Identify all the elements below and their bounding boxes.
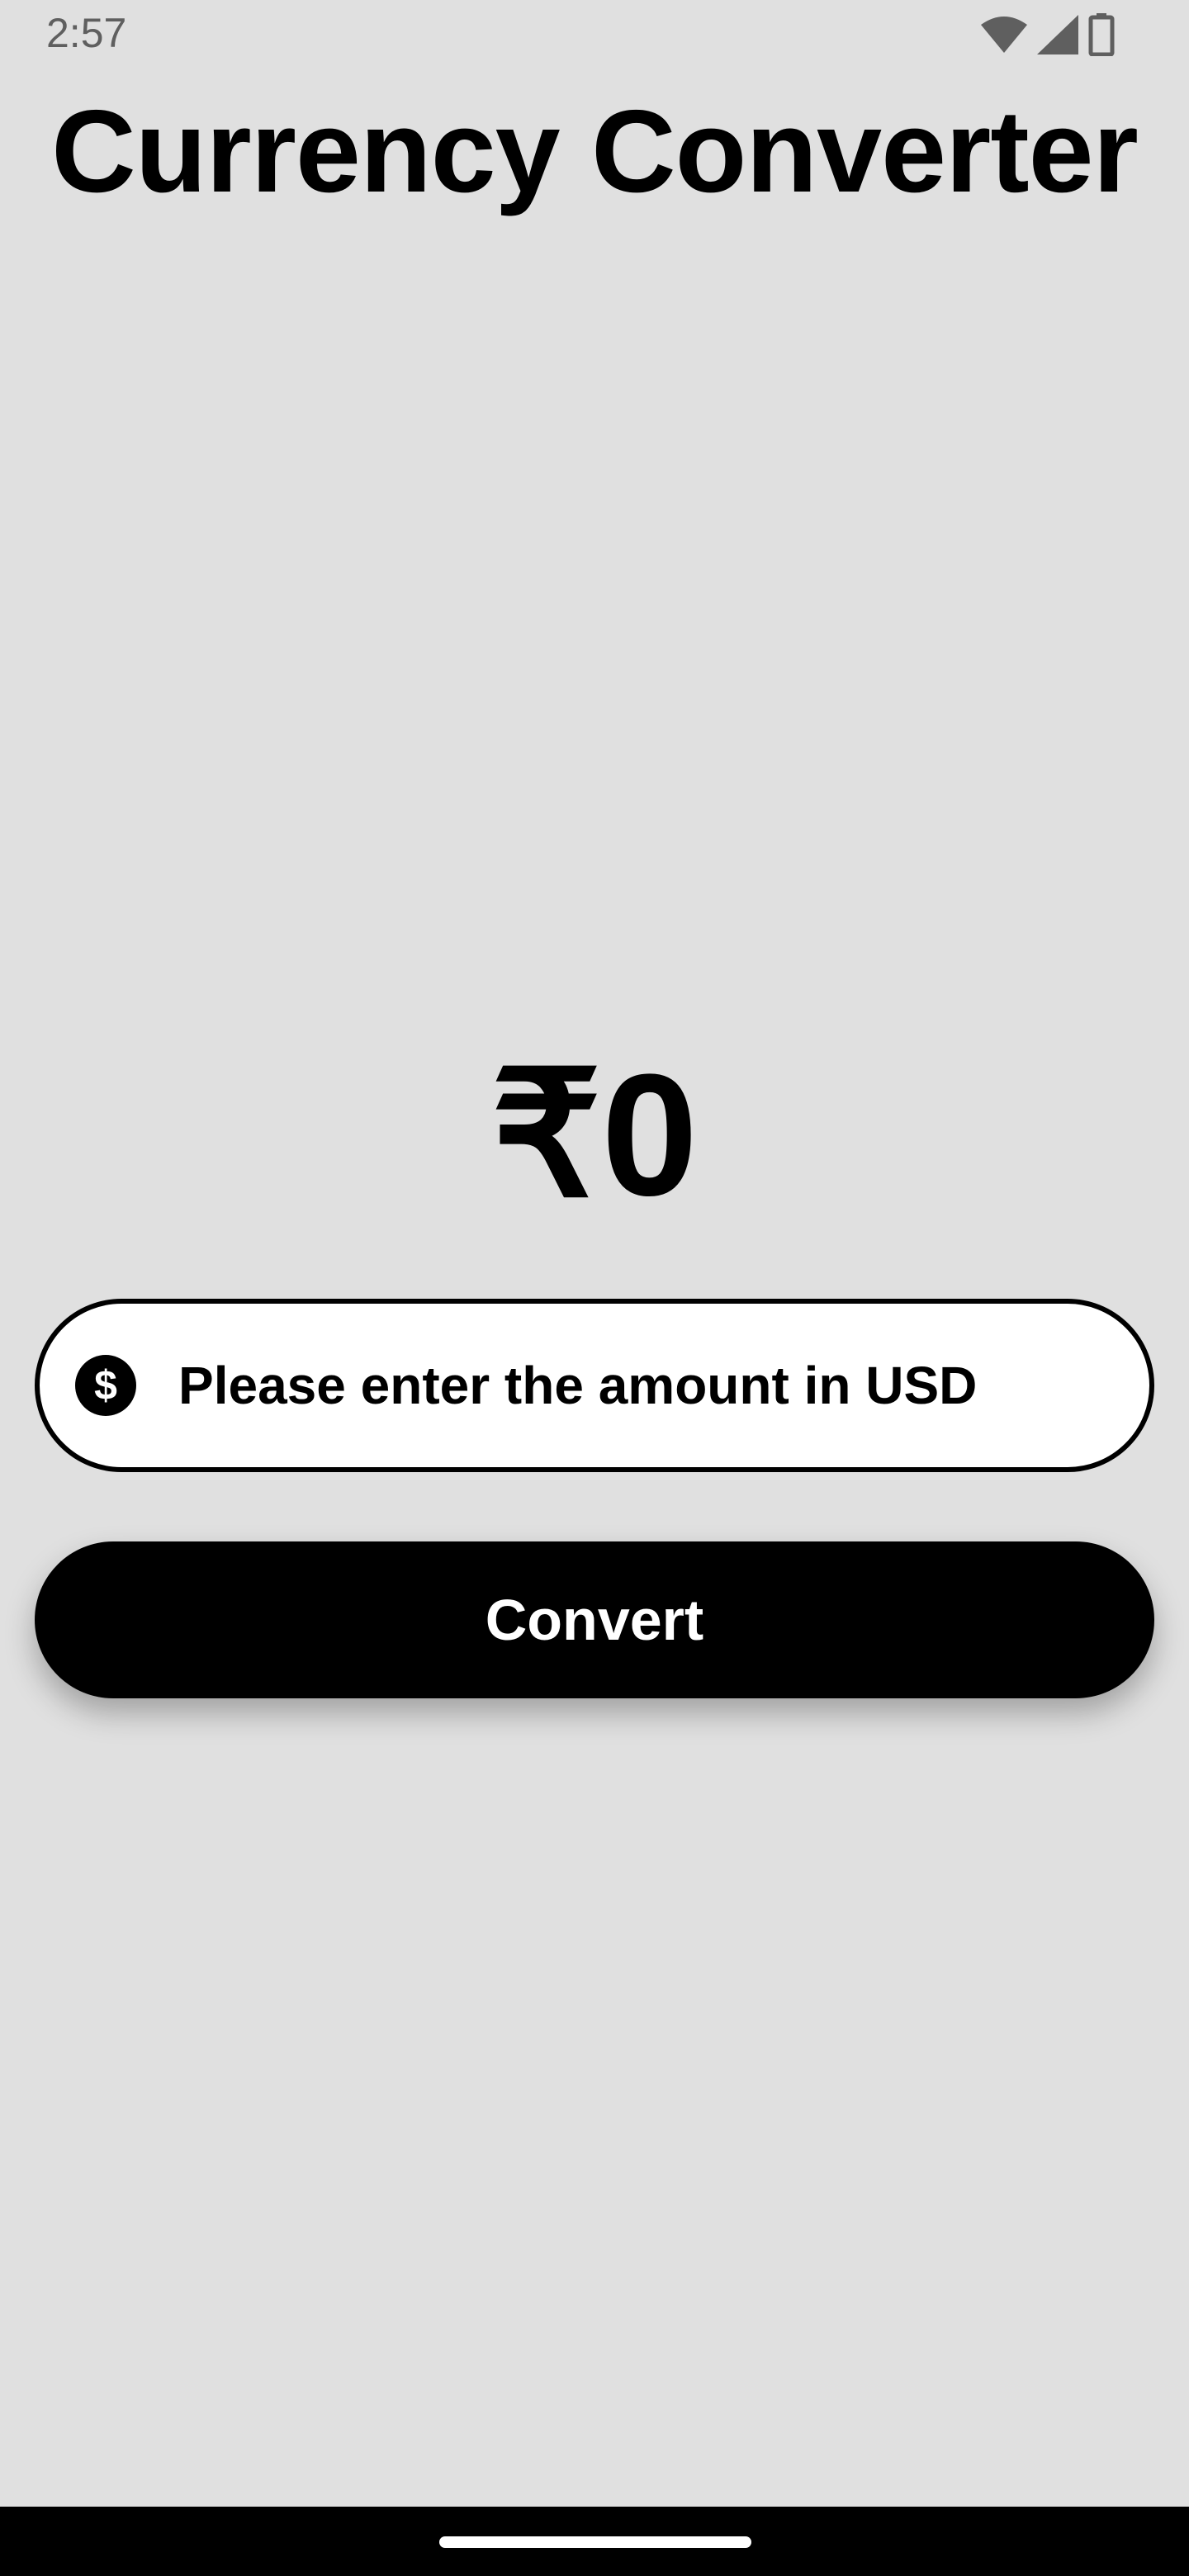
converted-amount: ₹0 — [490, 1038, 699, 1232]
navigation-bar — [0, 2507, 1189, 2576]
cellular-signal-icon — [1037, 15, 1078, 54]
battery-icon — [1088, 13, 1115, 56]
convert-button[interactable]: Convert — [35, 1541, 1154, 1698]
status-time: 2:57 — [46, 10, 127, 56]
page-title: Currency Converter — [51, 86, 1139, 217]
status-bar: 2:57 — [0, 0, 1189, 66]
amount-field[interactable]: $ — [35, 1299, 1154, 1472]
status-icons — [981, 13, 1115, 56]
wifi-icon — [981, 17, 1027, 53]
dollar-circle-icon: $ — [74, 1354, 137, 1417]
home-handle[interactable] — [439, 2536, 751, 2548]
svg-text:$: $ — [94, 1362, 117, 1409]
amount-input[interactable] — [178, 1344, 1100, 1427]
